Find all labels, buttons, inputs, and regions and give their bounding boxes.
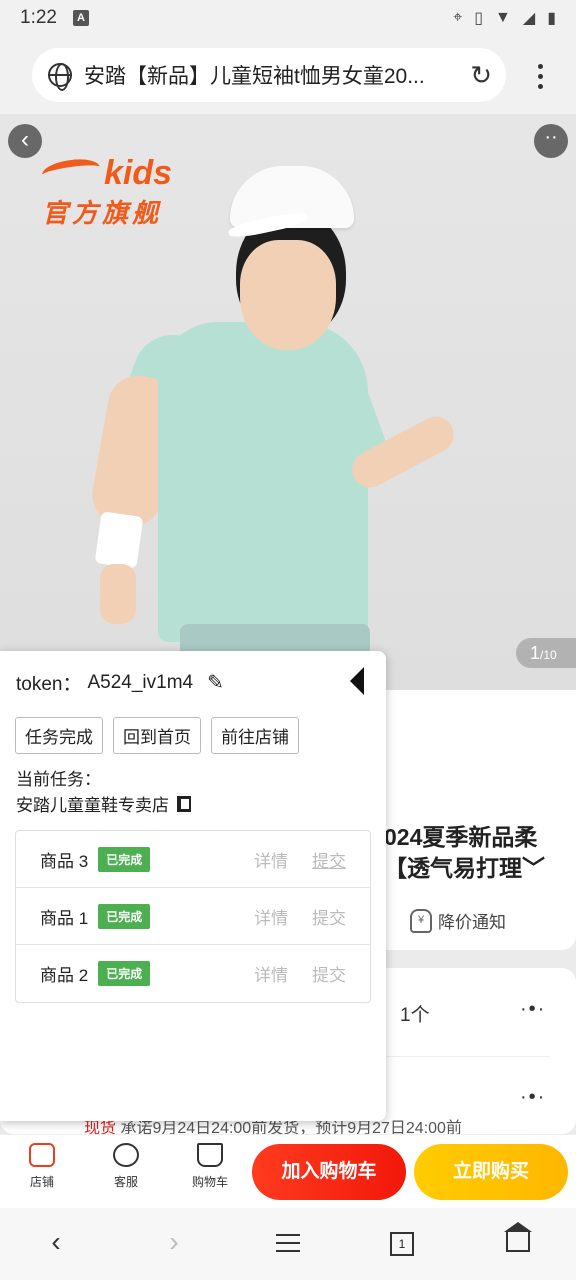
detail-link[interactable]: 详情 [254,961,288,986]
back-icon[interactable]: ‹ [8,124,42,158]
menu-icon[interactable] [268,1228,308,1258]
submit-link[interactable]: 提交 [312,961,346,986]
status-icons: ⌖ ▯ ▼ ◢ ▮ [453,8,556,28]
current-task-label: 当前任务： [16,770,101,789]
image-page-indicator: 1/10 [516,638,576,668]
brand-swoosh-icon [40,156,102,186]
token-label: token： [16,674,82,695]
signal-icon: ◢ [522,10,536,27]
product-photo-face [240,240,336,350]
detail-link[interactable]: 详情 [254,904,288,929]
goods-name: 商品 2 [40,966,89,985]
goods-name: 商品 1 [40,908,89,928]
page-total: /10 [540,648,557,662]
price-alert-button[interactable]: ¥ 降价通知 [410,908,506,933]
globe-icon [48,63,72,91]
notification-a-icon: A [72,10,89,26]
cart-icon [197,1143,223,1167]
goods-list: 商品 3 已完成 详情 提交 商品 1 已完成 详情 提交 商品 2 已完成 详… [15,830,371,1003]
browser-menu-icon[interactable] [538,64,544,94]
submit-link[interactable]: 提交 [312,904,346,929]
bottom-action-bar: 店铺 客服 购物车 加入购物车 立即购买 [0,1134,576,1208]
product-title-line: 024夏季新品柔 [384,824,538,850]
cart-label: 购物车 [191,1175,228,1189]
more-options-icon[interactable]: ·· [534,124,568,158]
status-bar: 1:22 A ⌖ ▯ ▼ ◢ ▮ [0,0,576,36]
browser-toolbar: 安踏【新品】儿童短袖t恤男女童20... ↻ [0,36,576,114]
copy-icon[interactable] [177,795,191,812]
status-badge: 已完成 [98,903,151,929]
chat-icon [113,1143,139,1167]
price-alert-icon: ¥ [410,908,432,933]
goods-row: 商品 1 已完成 详情 提交 [16,888,370,945]
cart-button[interactable]: 购物车 [180,1143,240,1190]
store-icon [29,1143,55,1167]
task-complete-button[interactable]: 任务完成 [15,717,103,754]
product-photo-tshirt [158,322,368,642]
product-photo-part [100,564,136,624]
customer-service-button[interactable]: 客服 [96,1143,156,1190]
brand-logo: kids 官方旗舰 [40,154,173,230]
current-task-store: 安踏儿童童鞋专卖店 [16,791,191,816]
product-title-line[interactable]: 【透气易打理﹀ [384,853,545,884]
task-panel: token： A524_iv1m4 ✎ 任务完成 回到首页 前往店铺 当前任务：… [0,651,386,1121]
status-badge: 已完成 [98,846,151,872]
task-store-name: 安踏儿童童鞋专卖店 [16,796,169,815]
brand-logo-cn: 官方旗舰 [42,198,163,228]
token-row: token： A524_iv1m4 ✎ [16,669,224,696]
location-icon: ⌖ [453,9,463,26]
submit-link[interactable]: 提交 [312,847,346,872]
product-image-carousel[interactable]: ‹ ·· kids 官方旗舰 1/10 [0,114,576,690]
go-to-store-button[interactable]: 前往店铺 [211,717,299,754]
add-to-cart-button[interactable]: 加入购物车 [252,1144,406,1200]
tabs-icon[interactable]: 1 [390,1232,414,1256]
spec-more-icon[interactable]: ·•· [520,1086,546,1109]
back-nav-icon[interactable]: ‹ [36,1226,76,1258]
forward-nav-icon[interactable]: › [154,1226,194,1258]
store-button[interactable]: 店铺 [12,1143,72,1190]
browser-nav-bar: ‹ › 1 [0,1208,576,1280]
goods-name: 商品 3 [40,851,89,871]
buy-now-button[interactable]: 立即购买 [414,1144,568,1200]
url-text[interactable]: 安踏【新品】儿童短袖t恤男女童20... [84,60,462,90]
edit-icon[interactable]: ✎ [207,670,224,695]
goods-row: 商品 3 已完成 详情 提交 [16,831,370,888]
brand-logo-en: kids [104,154,173,192]
store-label: 店铺 [29,1175,54,1189]
address-bar[interactable]: 安踏【新品】儿童短袖t恤男女童20... ↻ [32,48,506,102]
quantity-value[interactable]: 1个 [400,1000,430,1027]
collapse-panel-icon[interactable] [350,667,364,695]
token-value: A524_iv1m4 [87,671,194,693]
page-current: 1 [530,643,541,663]
battery-icon: ▮ [547,10,556,27]
back-to-home-button[interactable]: 回到首页 [113,717,201,754]
reload-icon[interactable]: ↻ [470,60,492,91]
service-label: 客服 [113,1175,138,1189]
goods-row: 商品 2 已完成 详情 提交 [16,945,370,1002]
product-title: 024夏季新品柔 【透气易打理﹀ [384,822,545,884]
spec-more-icon[interactable]: ·•· [520,998,546,1021]
product-photo-part [94,511,144,569]
home-icon[interactable] [504,1222,532,1252]
vibrate-icon: ▯ [474,10,484,27]
panel-button-row: 任务完成 回到首页 前往店铺 [15,717,299,754]
status-time: 1:22 [20,7,57,28]
status-badge: 已完成 [98,961,151,986]
divider [384,1056,550,1057]
price-alert-label: 降价通知 [438,913,506,932]
wifi-icon: ▼ [495,9,511,26]
detail-link[interactable]: 详情 [254,847,288,872]
